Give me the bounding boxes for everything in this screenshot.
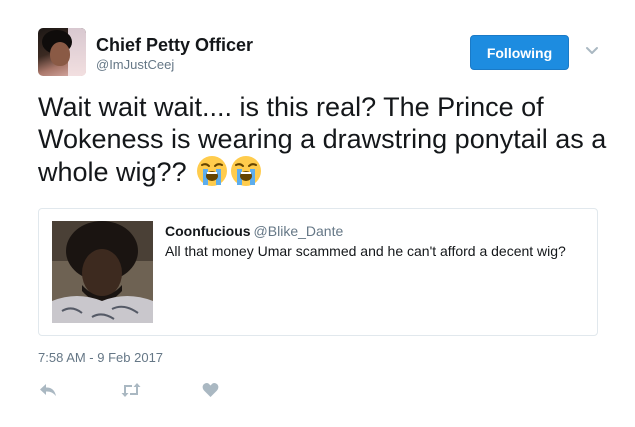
loudly-crying-face-icon — [196, 155, 228, 194]
quoted-tweet-photo[interactable] — [52, 221, 153, 323]
quoted-tweet-text: All that money Umar scammed and he can't… — [165, 243, 566, 259]
tweet-timestamp[interactable]: 7:58 AM - 9 Feb 2017 — [38, 350, 163, 365]
quoted-tweet-author[interactable]: Coonfucious @Blike_Dante — [165, 223, 343, 239]
tweet-text: Wait wait wait.... is this real? The Pri… — [38, 91, 608, 194]
tweet-body: Wait wait wait.... is this real? The Pri… — [38, 92, 607, 187]
retweet-icon[interactable] — [120, 380, 142, 400]
like-icon[interactable] — [202, 380, 219, 400]
reply-icon[interactable] — [38, 380, 58, 400]
loudly-crying-face-icon — [230, 155, 262, 194]
chevron-down-icon[interactable] — [584, 44, 600, 58]
avatar-background — [68, 28, 86, 76]
author-avatar[interactable] — [38, 28, 86, 76]
quoted-display-name[interactable]: Coonfucious — [165, 223, 251, 239]
avatar-face — [50, 42, 70, 66]
author-display-name[interactable]: Chief Petty Officer — [96, 35, 253, 56]
quoted-tweet-card[interactable]: Coonfucious @Blike_Dante All that money U… — [38, 208, 598, 336]
author-screen-name[interactable]: @ImJustCeej — [96, 57, 174, 72]
following-button[interactable]: Following — [470, 35, 569, 70]
quoted-screen-name[interactable]: @Blike_Dante — [254, 223, 344, 239]
